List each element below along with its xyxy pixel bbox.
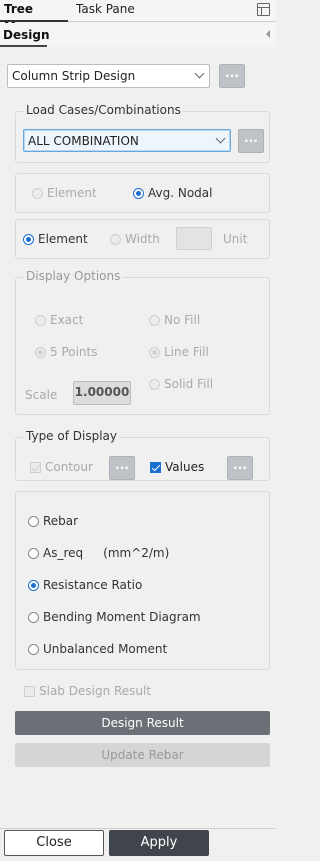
design-type-value: Column Strip Design — [12, 69, 136, 83]
scale-label: Scale — [25, 388, 58, 402]
close-button[interactable]: Close — [4, 830, 104, 856]
checkbox-box — [24, 685, 35, 697]
unit-label: Unit — [223, 232, 248, 246]
radio-label: Line Fill — [164, 345, 209, 359]
radio-dot — [110, 233, 121, 245]
radio-dot — [35, 346, 46, 358]
type-of-display-title: Type of Display — [24, 429, 119, 443]
radio-label: Solid Fill — [164, 377, 214, 391]
tab-tree-menu[interactable]: Tree Menu — [0, 0, 68, 34]
checkbox-label: Slab Design Result — [39, 684, 152, 698]
pane-layout-icon[interactable] — [257, 3, 270, 16]
radio-dot — [28, 579, 39, 591]
width-input[interactable] — [176, 227, 212, 250]
design-type-select[interactable]: Column Strip Design — [7, 64, 210, 88]
radio-dot — [149, 346, 160, 358]
design-header: Design — [0, 23, 276, 47]
radio-label: Bending Moment Diagram — [43, 610, 201, 624]
apply-button[interactable]: Apply — [109, 830, 209, 856]
radio-dot — [23, 233, 34, 245]
radio-label: Width — [125, 232, 160, 246]
values-checkbox[interactable]: Values — [150, 460, 204, 474]
radio-width[interactable]: Width — [110, 232, 160, 246]
radio-no-fill[interactable]: No Fill — [149, 313, 200, 327]
radio-dot — [28, 611, 39, 623]
checkbox-box — [30, 461, 41, 473]
radio-line-fill[interactable]: Line Fill — [149, 345, 209, 359]
radio-5-points[interactable]: 5 Points — [35, 345, 98, 359]
design-options-button[interactable]: ... — [219, 64, 245, 88]
result-type-group: Rebar As_req (mm^2/m) Resistance Ratio B… — [15, 491, 270, 670]
checkbox-label: Contour — [45, 460, 93, 474]
display-options-group: Display Options Exact 5 Points No Fill L… — [15, 269, 270, 415]
as-req-unit: (mm^2/m) — [103, 546, 170, 560]
tab-task-pane[interactable]: Task Pane — [76, 0, 135, 22]
chevron-down-icon — [215, 133, 226, 144]
radio-dot — [32, 187, 43, 199]
chevron-down-icon — [194, 68, 205, 79]
scale-input[interactable]: 1.00000 — [73, 381, 131, 405]
radio-label: Element — [38, 232, 88, 246]
radio-as-req[interactable]: As_req (mm^2/m) — [28, 546, 169, 560]
radio-dot — [149, 314, 160, 326]
radio-exact[interactable]: Exact — [35, 313, 83, 327]
radio-avg-nodal[interactable]: Avg. Nodal — [133, 186, 212, 200]
radio-element-width[interactable]: Element — [23, 232, 88, 246]
load-case-value: ALL COMBINATION — [28, 134, 139, 148]
radio-dot — [28, 643, 39, 655]
radio-dot — [28, 547, 39, 559]
radio-label: Exact — [50, 313, 84, 327]
radio-label: Avg. Nodal — [148, 186, 213, 200]
slab-design-result-checkbox[interactable]: Slab Design Result — [24, 684, 151, 698]
load-cases-group: Load Cases/Combinations ALL COMBINATION … — [15, 103, 270, 163]
radio-rebar[interactable]: Rebar — [28, 514, 78, 528]
radio-label: No Fill — [164, 313, 201, 327]
radio-bending-moment-diagram[interactable]: Bending Moment Diagram — [28, 610, 201, 624]
result-location-group: Element Avg. Nodal — [15, 173, 270, 213]
load-case-options-button[interactable]: ... — [238, 129, 264, 153]
load-cases-title: Load Cases/Combinations — [24, 103, 183, 117]
radio-dot — [35, 314, 46, 326]
type-of-display-group: Type of Display Contour ... Values ... — [15, 429, 270, 481]
radio-label: Element — [47, 186, 97, 200]
radio-label: Resistance Ratio — [43, 578, 143, 592]
radio-dot — [133, 187, 144, 199]
collapse-arrow-icon[interactable] — [266, 30, 270, 38]
update-rebar-button[interactable]: Update Rebar — [15, 743, 270, 767]
contour-checkbox[interactable]: Contour — [30, 460, 93, 474]
checkbox-label: Values — [165, 460, 205, 474]
width-group: Element Width Unit — [15, 219, 270, 259]
radio-resistance-ratio[interactable]: Resistance Ratio — [28, 578, 142, 592]
checkbox-box — [150, 461, 161, 473]
radio-dot — [149, 378, 160, 390]
contour-options-button[interactable]: ... — [109, 456, 135, 480]
design-result-button[interactable]: Design Result — [15, 711, 270, 735]
radio-label: Rebar — [43, 514, 79, 528]
radio-label: 5 Points — [50, 345, 98, 359]
radio-dot — [28, 515, 39, 527]
radio-solid-fill[interactable]: Solid Fill — [149, 377, 213, 391]
tab-design[interactable]: Design — [0, 23, 50, 47]
display-options-title: Display Options — [24, 269, 123, 283]
top-tab-bar: Tree Menu Task Pane — [0, 0, 276, 34]
radio-label: Unbalanced Moment — [43, 642, 168, 656]
radio-label: As_req — [43, 546, 84, 560]
radio-unbalanced-moment[interactable]: Unbalanced Moment — [28, 642, 167, 656]
design-panel: Column Strip Design ... Load Cases/Combi… — [0, 48, 276, 828]
values-options-button[interactable]: ... — [227, 456, 253, 480]
radio-element-location[interactable]: Element — [32, 186, 97, 200]
load-case-select[interactable]: ALL COMBINATION — [23, 129, 231, 152]
footer-bar: Close Apply — [0, 828, 276, 861]
